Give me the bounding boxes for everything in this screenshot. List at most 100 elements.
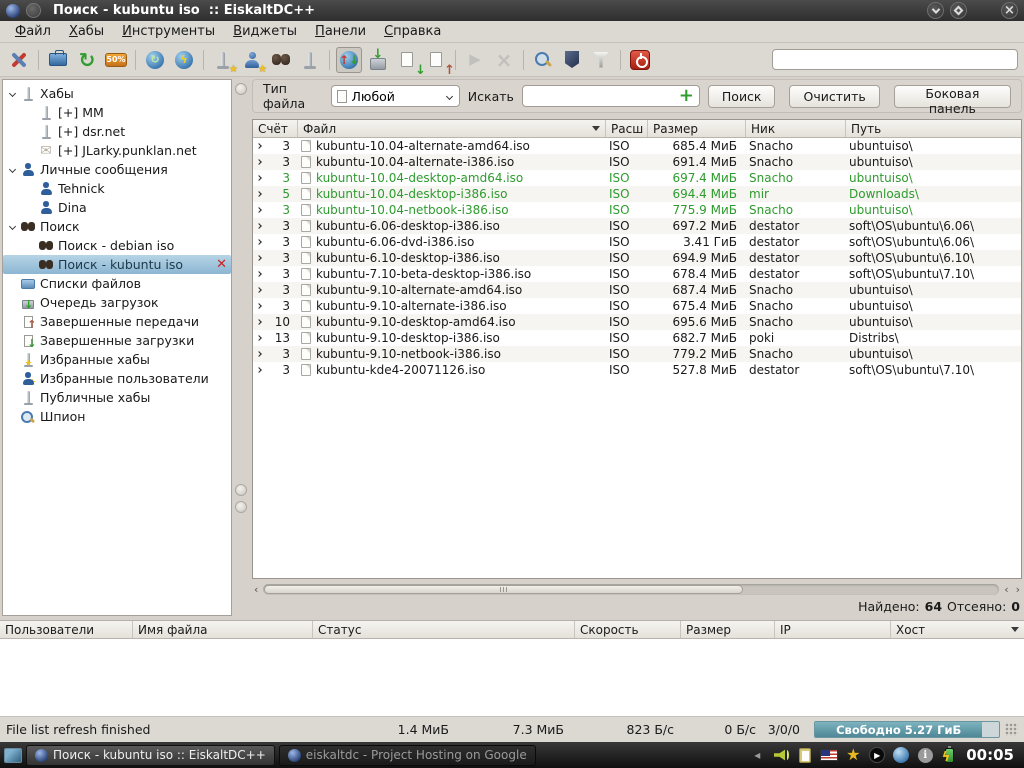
quick-connect-icon[interactable]: ϟ xyxy=(171,47,197,73)
keyboard-flag-us-icon[interactable] xyxy=(820,746,839,764)
results-column-2[interactable]: Расш xyxy=(605,120,647,137)
table-row[interactable]: 3 kubuntu-7.10-beta-desktop-i386.iso ISO 67… xyxy=(253,266,1021,282)
sidebar-item-14[interactable]: ★ Избранные хабы xyxy=(3,350,231,369)
battery-icon[interactable]: ϟ xyxy=(940,745,958,765)
results-column-1[interactable]: Файл xyxy=(297,120,605,137)
table-row[interactable]: 3 kubuntu-10.04-netbook-i386.iso ISO 775.9 … xyxy=(253,202,1021,218)
expand-row-icon[interactable] xyxy=(256,223,262,229)
sidebar-item-16[interactable]: Публичные хабы xyxy=(3,388,231,407)
clock[interactable]: 00:05 xyxy=(962,746,1020,764)
table-row[interactable]: 3 kubuntu-6.10-desktop-i386.iso ISO 694.9 М… xyxy=(253,250,1021,266)
network-icon[interactable] xyxy=(892,746,910,764)
star-icon[interactable]: ★ xyxy=(844,746,862,764)
table-row[interactable]: 3 kubuntu-10.04-alternate-i386.iso ISO 691.… xyxy=(253,154,1021,170)
expand-row-icon[interactable] xyxy=(256,191,262,197)
transfers-column-3[interactable]: Скорость xyxy=(574,621,680,638)
search-button[interactable]: Поиск xyxy=(707,84,776,108)
clipboard-icon[interactable] xyxy=(796,746,814,764)
taskbar-task-0[interactable]: Поиск - kubuntu iso :: EiskaltDC++ xyxy=(26,744,275,766)
close-button[interactable]: × xyxy=(1001,2,1018,19)
table-row[interactable]: 3 kubuntu-10.04-desktop-amd64.iso ISO 697.4… xyxy=(253,170,1021,186)
scroll-left-icon-2[interactable]: ‹ xyxy=(1002,584,1010,595)
transfers-column-4[interactable]: Размер xyxy=(680,621,774,638)
transfers-column-5[interactable]: IP xyxy=(774,621,890,638)
close-tab-icon[interactable]: ✕ xyxy=(216,258,227,271)
menu-item-4[interactable]: Панели xyxy=(306,22,375,41)
table-row[interactable]: 3 kubuntu-9.10-alternate-i386.iso ISO 675.4… xyxy=(253,298,1021,314)
expand-row-icon[interactable] xyxy=(256,319,262,325)
collapse-icon[interactable]: ◂ xyxy=(748,746,766,764)
close-wiget-icon[interactable]: × xyxy=(491,47,517,73)
menu-item-0[interactable]: Файл xyxy=(6,22,60,41)
refresh-filelist-icon[interactable]: ↻ xyxy=(74,47,100,73)
menu-item-5[interactable]: Справка xyxy=(375,22,450,41)
transfers-column-0[interactable]: Пользователи xyxy=(0,621,132,638)
filter-icon[interactable] xyxy=(588,47,614,73)
tree-expander[interactable] xyxy=(5,165,19,174)
resize-grip[interactable] xyxy=(1005,723,1018,736)
reconnect-icon[interactable]: ↻ xyxy=(142,47,168,73)
expand-row-icon[interactable] xyxy=(256,287,262,293)
sidebar-item-5[interactable]: Tehnick xyxy=(3,179,231,198)
file-type-combobox[interactable]: Любой xyxy=(330,85,460,107)
clear-button[interactable]: Очистить xyxy=(789,84,880,108)
results-column-3[interactable]: Размер xyxy=(647,120,745,137)
scroll-dot-button[interactable] xyxy=(235,484,247,496)
scroll-left-icon[interactable]: ‹ xyxy=(252,584,260,595)
sidebar-item-13[interactable]: ↓ Завершенные загрузки xyxy=(3,331,231,350)
favorite-hubs-icon[interactable]: ★ xyxy=(210,47,238,74)
favorite-users-icon[interactable]: ★ xyxy=(239,47,267,74)
finished-downloads-icon[interactable]: ↓ xyxy=(394,47,426,77)
expand-row-icon[interactable] xyxy=(256,335,262,341)
finished-uploads-icon[interactable]: ↑ xyxy=(423,47,455,77)
volume-icon[interactable] xyxy=(772,746,790,764)
transfers-column-1[interactable]: Имя файла xyxy=(132,621,312,638)
horizontal-scrollbar[interactable]: ‹ ‹ › xyxy=(252,582,1022,596)
scroll-down-button[interactable] xyxy=(235,501,247,513)
sidebar-item-6[interactable]: Dina xyxy=(3,198,231,217)
scroll-up-button[interactable] xyxy=(235,83,247,95)
table-row[interactable]: 3 kubuntu-kde4-20071126.iso ISO 527.8 МиБ de… xyxy=(253,362,1021,378)
sidebar-item-11[interactable]: ↓ Очередь загрузок xyxy=(3,293,231,312)
sidebar-item-8[interactable]: Поиск - debian iso xyxy=(3,236,231,255)
expand-row-icon[interactable] xyxy=(256,367,262,373)
window-titlebar[interactable]: Поиск - kubuntu iso :: EiskaltDC++ × xyxy=(0,0,1024,21)
public-hubs-icon[interactable] xyxy=(297,47,323,73)
table-row[interactable]: 3 kubuntu-9.10-alternate-amd64.iso ISO 687.… xyxy=(253,282,1021,298)
sidebar-item-1[interactable]: [+] MM xyxy=(3,103,231,122)
scrollbar-track[interactable] xyxy=(263,583,1000,595)
table-row[interactable]: 10 kubuntu-9.10-desktop-amd64.iso ISO 695.6… xyxy=(253,314,1021,330)
menu-item-3[interactable]: Виджеты xyxy=(224,22,306,41)
table-row[interactable]: 5 kubuntu-10.04-desktop-i386.iso ISO 694.4 … xyxy=(253,186,1021,202)
search-spy-icon[interactable] xyxy=(530,47,556,73)
expand-row-icon[interactable] xyxy=(256,303,262,309)
sidebar-item-3[interactable]: ✉ [+] JLarky.punklan.net xyxy=(3,141,231,160)
menu-item-1[interactable]: Хабы xyxy=(60,22,113,41)
info-icon[interactable]: i xyxy=(916,746,934,764)
transfers-toggle-icon[interactable]: ↑ ↓ xyxy=(336,46,362,73)
scroll-right-icon[interactable]: › xyxy=(1014,584,1022,595)
expand-row-icon[interactable] xyxy=(256,207,262,213)
expand-row-icon[interactable] xyxy=(256,143,262,149)
antispam-icon[interactable] xyxy=(559,47,585,73)
expand-row-icon[interactable] xyxy=(256,255,262,261)
sidebar-item-0[interactable]: Хабы xyxy=(3,84,231,103)
maximize-button[interactable] xyxy=(950,2,967,19)
sidebar-item-10[interactable]: Списки файлов xyxy=(3,274,231,293)
tree-expander[interactable] xyxy=(5,89,19,98)
sidebar-item-15[interactable]: ★ Избранные пользователи xyxy=(3,369,231,388)
menu-item-2[interactable]: Инструменты xyxy=(113,22,224,41)
adl-search-icon[interactable]: ▶ xyxy=(462,47,488,73)
results-column-0[interactable]: Счёт xyxy=(253,120,297,137)
expand-row-icon[interactable] xyxy=(256,351,262,357)
scrollbar-thumb[interactable] xyxy=(264,584,743,594)
table-row[interactable]: 3 kubuntu-9.10-netbook-i386.iso ISO 779.2 М… xyxy=(253,346,1021,362)
media-player-icon[interactable]: ▶ xyxy=(868,746,886,764)
sidebar-item-17[interactable]: Шпион xyxy=(3,407,231,426)
quit-icon[interactable] xyxy=(627,47,653,73)
sidebar-scrollbar[interactable] xyxy=(233,79,249,616)
hash-progress-icon[interactable]: 50% xyxy=(103,47,129,73)
table-row[interactable]: 13 kubuntu-9.10-desktop-i386.iso ISO 682.7 … xyxy=(253,330,1021,346)
transfers-column-6[interactable]: Хост xyxy=(890,621,1024,638)
window-menu-button[interactable] xyxy=(26,3,41,18)
